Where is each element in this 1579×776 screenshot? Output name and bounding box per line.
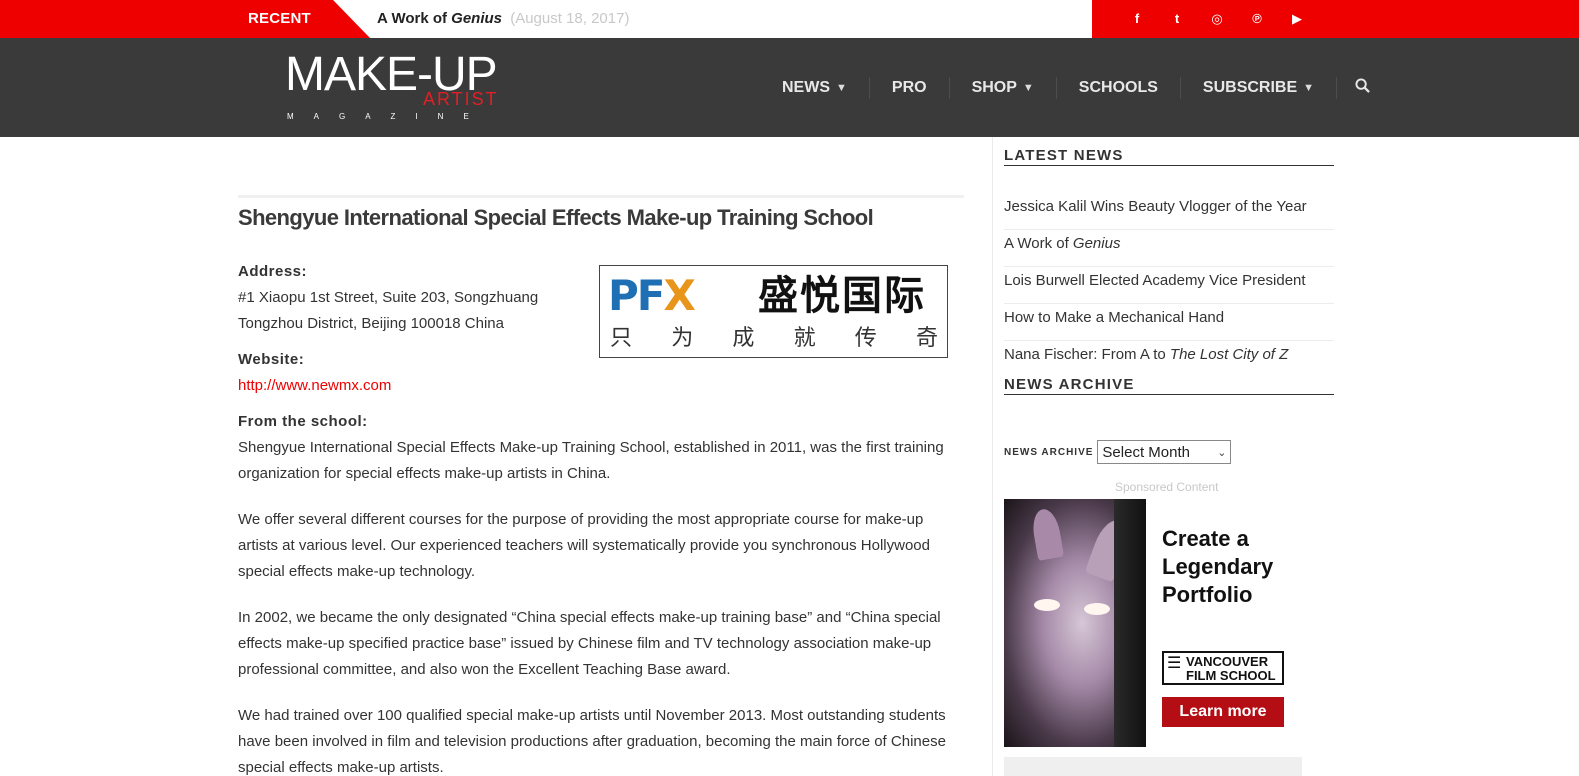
article-paragraph-2: We offer several different courses for t… (238, 511, 930, 580)
ad-school-logo: ☰ VANCOUVER FILM SCHOOL (1162, 651, 1284, 685)
site-header: MAKE-UP ARTIST MAGAZINE NEWS ▼ PRO SHOP … (0, 38, 1579, 137)
nav-item-pro[interactable]: PRO (870, 76, 950, 99)
twitter-icon[interactable]: t (1166, 9, 1188, 29)
school-logo-letters: PFX (608, 271, 696, 320)
nav-label: PRO (891, 78, 927, 96)
archive-select-value: Select Month (1102, 443, 1190, 461)
article-top-rule (238, 195, 964, 198)
youtube-icon[interactable]: ▶ (1286, 9, 1308, 29)
pinterest-icon[interactable]: ℗ (1246, 9, 1268, 29)
news-item[interactable]: A Work of Genius (1004, 230, 1334, 267)
nav-item-news[interactable]: NEWS ▼ (760, 76, 870, 99)
from-school-label: From the school: (238, 413, 368, 430)
school-logo-slogan: 只 为 成 就 传 奇 (610, 325, 938, 350)
main-nav: NEWS ▼ PRO SHOP ▼ SCHOOLS SUBSCRIBE ▼ (760, 38, 1388, 137)
latest-news-heading: LATEST NEWS (1004, 147, 1334, 166)
address-label: Address: (238, 263, 308, 280)
sidebar-next-widget (1004, 757, 1302, 776)
archive-selector: NEWS ARCHIVE Select Month ⌄ (1004, 440, 1232, 464)
recent-label: RECENT (248, 10, 311, 27)
news-item[interactable]: Nana Fischer: From A to The Lost City of… (1004, 341, 1334, 378)
chevron-down-icon: ▼ (1022, 81, 1034, 94)
nav-label: SHOP (971, 78, 1017, 96)
website-link[interactable]: http://www.newmx.com (238, 373, 391, 399)
address-line-1: #1 Xiaopu 1st Street, Suite 203, Songzhu… (238, 289, 539, 306)
chevron-down-icon: ▼ (836, 81, 847, 94)
top-bar-accent-left (0, 0, 238, 38)
archive-label: NEWS ARCHIVE (1004, 446, 1094, 458)
article-paragraph-4: We had trained over 100 qualified specia… (238, 707, 946, 776)
nav-label: SUBSCRIBE (1202, 78, 1298, 96)
sponsored-label: Sponsored Content (1115, 480, 1219, 494)
latest-news-list: Jessica Kalil Wins Beauty Vlogger of the… (1004, 193, 1334, 378)
site-logo[interactable]: MAKE-UP ARTIST MAGAZINE (285, 50, 525, 130)
school-logo-chinese-name: 盛悦国际 (758, 274, 926, 318)
news-archive-heading: NEWS ARCHIVE (1004, 376, 1334, 395)
news-item[interactable]: Jessica Kalil Wins Beauty Vlogger of the… (1004, 193, 1334, 230)
facebook-icon[interactable]: f (1126, 9, 1148, 29)
ad-learn-more-button[interactable]: Learn more (1162, 697, 1284, 727)
news-item[interactable]: How to Make a Mechanical Hand (1004, 304, 1334, 341)
archive-month-select[interactable]: Select Month ⌄ (1097, 440, 1232, 464)
nav-label: SCHOOLS (1078, 78, 1158, 96)
school-logo: PFX 盛悦国际 只 为 成 就 传 奇 (599, 265, 948, 358)
sponsored-ad[interactable]: Create a Legendary Portfolio ☰ VANCOUVER… (1004, 499, 1302, 747)
article-title: Shengyue International Special Effects M… (238, 205, 874, 230)
ad-creature-image (1004, 499, 1146, 747)
article-paragraph-3: In 2002, we became the only designated “… (238, 609, 941, 678)
vfs-logo-icon: ☰ (1167, 655, 1182, 672)
search-icon[interactable] (1337, 77, 1388, 98)
recent-badge: RECENT (238, 0, 370, 38)
top-bar: RECENT A Work of Genius (August 18, 2017… (0, 0, 1579, 38)
instagram-icon[interactable]: ◎ (1206, 9, 1228, 29)
sidebar: LATEST NEWS Jessica Kalil Wins Beauty Vl… (992, 137, 1342, 776)
ticker-title-italic[interactable]: Genius (451, 10, 502, 27)
logo-artist-text: ARTIST (423, 89, 499, 109)
website-label: Website: (238, 351, 305, 368)
nav-item-shop[interactable]: SHOP ▼ (950, 76, 1057, 99)
chevron-down-icon: ⌄ (1217, 446, 1227, 459)
ad-headline: Create a Legendary Portfolio (1162, 526, 1274, 607)
logo-magazine-text: MAGAZINE (287, 112, 489, 121)
social-links: f t ◎ ℗ ▶ (1126, 9, 1308, 29)
address-line-2: Tongzhou District, Beijing 100018 China (238, 315, 504, 332)
ticker-title-prefix[interactable]: A Work of (377, 10, 451, 27)
chevron-down-icon: ▼ (1303, 81, 1315, 94)
nav-item-schools[interactable]: SCHOOLS (1057, 76, 1181, 99)
recent-ticker[interactable]: A Work of Genius (August 18, 2017) (377, 10, 629, 27)
news-item[interactable]: Lois Burwell Elected Academy Vice Presid… (1004, 267, 1334, 304)
nav-item-subscribe[interactable]: SUBSCRIBE ▼ (1181, 76, 1338, 99)
nav-label: NEWS (782, 78, 830, 96)
article-paragraph-1: Shengyue International Special Effects M… (238, 439, 944, 482)
ticker-date: (August 18, 2017) (510, 10, 630, 27)
